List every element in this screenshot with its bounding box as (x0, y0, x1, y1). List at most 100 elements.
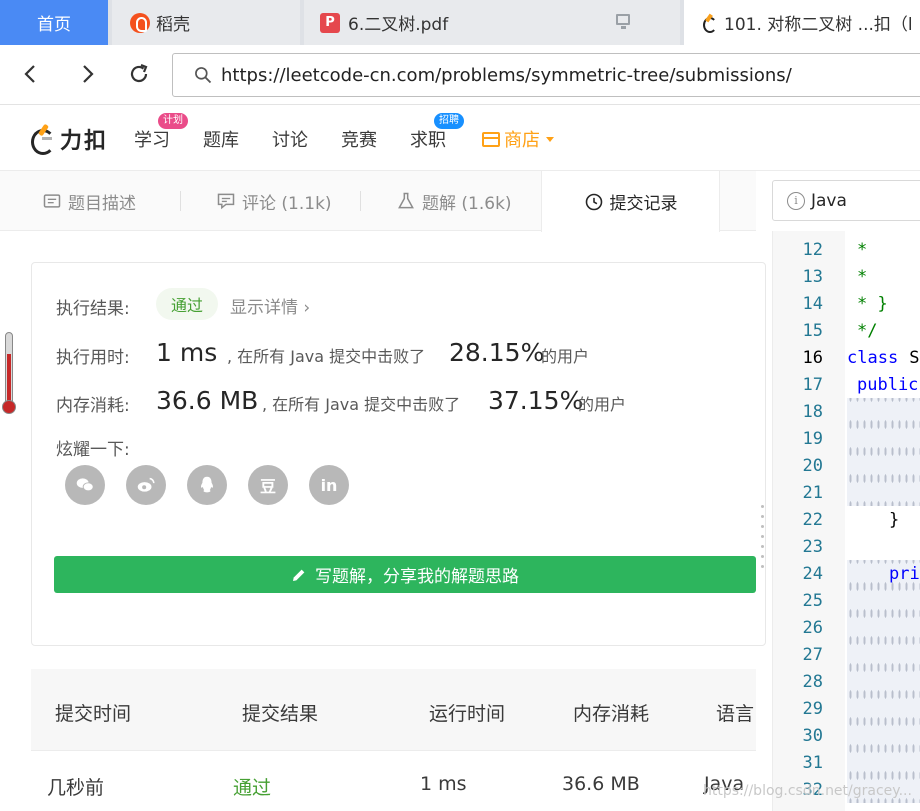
pane-splitter[interactable] (761, 505, 765, 575)
row-result-link[interactable]: 通过 (233, 773, 271, 800)
back-arrow-icon (24, 65, 35, 83)
logo-text: 力扣 (60, 129, 109, 154)
leetcode-logo-icon (30, 124, 55, 155)
tab-pdf-label: 6.二叉树.pdf (348, 15, 449, 35)
line-number: 26 (802, 618, 823, 638)
jobs-hiring-badge: 招聘 (434, 113, 464, 129)
tab-leetcode-label: 101. 对称二叉树 ...扣（l (724, 15, 913, 35)
line-number: 25 (802, 591, 823, 611)
tab-pdf[interactable]: P 6.二叉树.pdf (304, 0, 680, 45)
tab-submissions-label: 提交记录 (609, 194, 678, 214)
code-editor[interactable]: * * * } */ class S public } pri 12 13 14 15… (772, 231, 920, 811)
comment-icon (217, 193, 235, 210)
col-language: 语言 (716, 703, 755, 725)
search-icon (195, 67, 212, 84)
share-label: 炫耀一下: (56, 440, 130, 460)
tab-leetcode-active[interactable]: 101. 对称二叉树 ...扣（l (684, 0, 920, 45)
store-icon (482, 131, 500, 147)
line-number: 19 (802, 429, 823, 449)
language-select-value: Java (811, 190, 847, 211)
line-number: 29 (802, 699, 823, 719)
code-line-17: public (857, 375, 919, 395)
tab-submissions[interactable]: 提交记录 (541, 171, 720, 232)
indent-guide-row (847, 641, 920, 668)
url-input[interactable]: https://leetcode-cn.com/problems/symmetr… (172, 53, 920, 97)
row-time: 几秒前 (47, 777, 105, 799)
tab-description-label: 题目描述 (68, 193, 136, 214)
linkedin-icon[interactable]: in (309, 465, 349, 505)
qq-icon[interactable] (187, 465, 227, 505)
col-memory: 内存消耗 (573, 703, 650, 725)
code-line-16-keyword: class (847, 348, 899, 368)
memory-percentile: 37.15% (488, 386, 584, 415)
indent-guide-row (847, 479, 920, 506)
tab-daoke-label: 稻壳 (156, 15, 190, 35)
study-plan-badge: 计划 (158, 113, 188, 129)
line-number: 20 (802, 456, 823, 476)
browser-tab-bar: 首页 稻壳 P 6.二叉树.pdf 101. 对称二叉树 ...扣（l (0, 0, 920, 45)
line-number: 18 (802, 402, 823, 422)
line-number: 27 (802, 645, 823, 665)
col-submit-result: 提交结果 (242, 703, 319, 725)
indent-guide-row (847, 614, 920, 641)
forward-button[interactable] (72, 59, 102, 89)
indent-guide-row (847, 398, 920, 425)
nav-contest[interactable]: 竞赛 (341, 126, 377, 152)
info-icon: i (787, 191, 805, 210)
url-text: https://leetcode-cn.com/problems/symmetr… (221, 64, 792, 86)
tab-solutions[interactable]: 题解 (1.6k) (396, 171, 512, 231)
weibo-icon[interactable] (126, 465, 166, 505)
status-label: 执行结果: (56, 299, 130, 319)
indent-guide-row (847, 749, 920, 776)
nav-study[interactable]: 学习 (134, 126, 170, 152)
code-line-13: * (857, 267, 868, 287)
tab-home[interactable]: 首页 (0, 0, 108, 45)
reload-button[interactable] (124, 59, 154, 89)
nav-discuss[interactable]: 讨论 (272, 126, 308, 152)
line-number: 13 (802, 267, 823, 287)
tab-description[interactable]: 题目描述 (42, 171, 136, 231)
nav-problemset[interactable]: 题库 (203, 126, 239, 152)
line-number: 14 (802, 294, 823, 314)
douban-icon[interactable]: 豆 (248, 465, 288, 505)
code-line-12: * (857, 240, 868, 260)
language-select[interactable]: i Java (772, 180, 920, 221)
tab-daoke[interactable]: 稻壳 (112, 0, 300, 45)
write-solution-button[interactable]: 写题解，分享我的解题思路 (54, 556, 756, 593)
col-submit-time: 提交时间 (55, 703, 132, 725)
line-number: 16 (802, 348, 823, 368)
memory-value: 36.6 MB (156, 386, 259, 415)
problem-tabs: 题目描述 评论 (1.1k) 题解 (1.6k) 提交记录 (0, 171, 756, 232)
code-line-15: */ (857, 321, 878, 341)
show-details-link[interactable]: 显示详情 › (230, 293, 310, 318)
leetcode-favicon-icon (702, 14, 717, 33)
indent-guide-row (847, 425, 920, 452)
code-line-24: pri (889, 564, 920, 584)
write-solution-label: 写题解，分享我的解题思路 (315, 567, 519, 587)
forward-arrow-icon (83, 65, 94, 83)
line-number: 12 (802, 240, 823, 260)
result-card: 执行结果: 通过 显示详情 › 执行用时: 1 ms , 在所有 Java 提交… (31, 262, 766, 646)
nav-store-label: 商店 (504, 130, 540, 151)
nav-store[interactable]: 商店 (482, 126, 554, 152)
row-memory: 36.6 MB (562, 773, 640, 795)
pencil-icon (293, 569, 305, 581)
runtime-percentile: 28.15% (449, 338, 545, 367)
flask-icon (398, 192, 414, 209)
daoke-icon (130, 12, 150, 33)
leetcode-logo[interactable]: 力扣 (30, 123, 108, 155)
memory-beat-text: , 在所有 Java 提交中击败了 (262, 395, 461, 414)
indent-guide-row (847, 668, 920, 695)
tab-separator (360, 191, 361, 211)
indent-guide-row (847, 587, 920, 614)
tab-comments[interactable]: 评论 (1.1k) (216, 171, 332, 231)
status-badge: 通过 (156, 288, 218, 320)
line-number: 28 (802, 672, 823, 692)
tab-separator (180, 191, 181, 211)
back-button[interactable] (16, 59, 46, 89)
wechat-icon[interactable] (65, 465, 105, 505)
nav-jobs[interactable]: 求职 (410, 126, 446, 152)
code-line-16-rest: S (899, 348, 920, 368)
runtime-value: 1 ms (156, 338, 218, 367)
indent-guide-row (847, 695, 920, 722)
